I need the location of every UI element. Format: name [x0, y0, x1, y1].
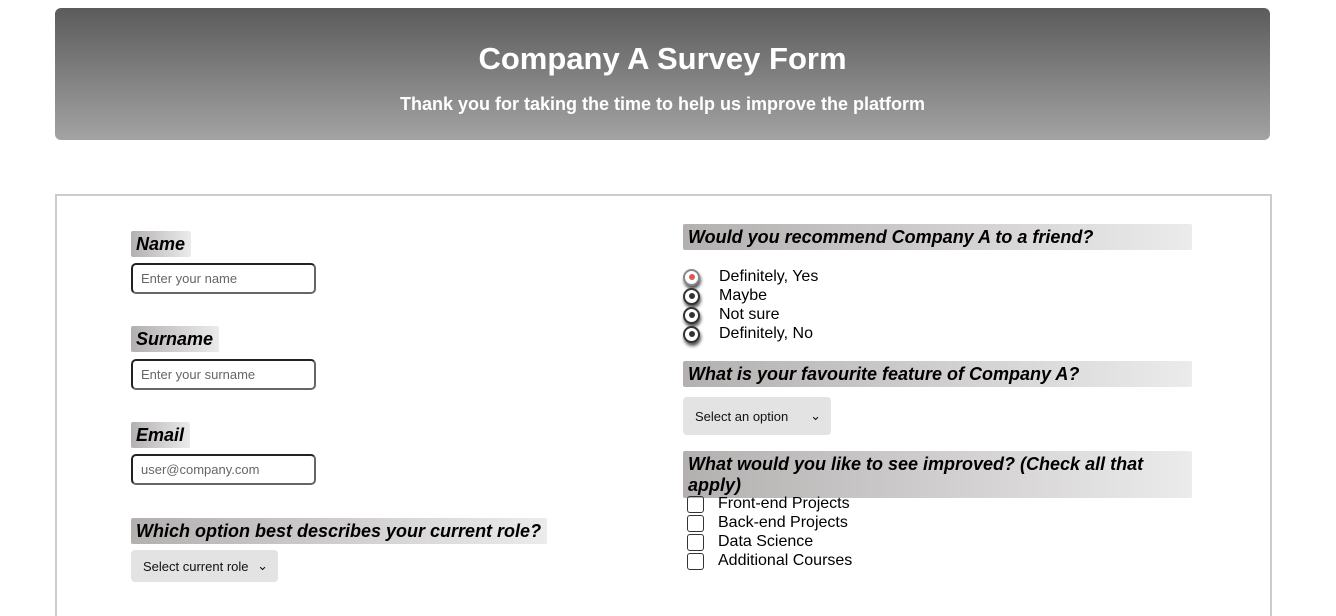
surname-input[interactable]: Enter your surname [131, 359, 316, 390]
radio-label: Maybe [719, 287, 768, 304]
radio-icon[interactable] [683, 325, 700, 343]
page-subtitle: Thank you for taking the time to help us… [399, 94, 926, 114]
checkbox-icon[interactable] [687, 552, 704, 570]
checkbox-option[interactable]: Front-end Projects [687, 495, 850, 513]
page-header: Company A Survey Form Thank you for taki… [55, 8, 1270, 140]
name-input[interactable]: Enter your name [131, 263, 316, 294]
chevron-down-icon: ⌄ [257, 558, 268, 573]
email-label: Email [131, 422, 191, 448]
checkbox-icon[interactable] [687, 533, 704, 551]
chevron-down-icon: ⌄ [810, 408, 821, 423]
radio-icon[interactable] [683, 306, 700, 324]
feature-select-value: Select an option [695, 408, 789, 424]
radio-option[interactable]: Definitely, Yes [683, 268, 818, 286]
name-label: Name [131, 231, 192, 257]
email-input[interactable]: user@company.com [131, 454, 316, 485]
radio-label: Not sure [719, 306, 780, 323]
checkbox-label: Back-end Projects [718, 514, 848, 531]
improve-label: What would you like to see improved? (Ch… [683, 451, 1192, 498]
survey-form: Name Enter your name Surname Enter your … [55, 194, 1272, 616]
surname-label: Surname [131, 326, 220, 352]
recommend-label: Would you recommend Company A to a frien… [683, 224, 1192, 250]
radio-option[interactable]: Not sure [683, 306, 779, 324]
radio-selected-icon[interactable] [683, 268, 700, 286]
checkbox-option[interactable]: Additional Courses [687, 552, 852, 570]
checkbox-option[interactable]: Data Science [687, 533, 813, 551]
checkbox-option[interactable]: Back-end Projects [687, 514, 848, 532]
radio-option[interactable]: Definitely, No [683, 325, 813, 343]
checkbox-label: Additional Courses [718, 552, 853, 569]
page-title: Company A Survey Form [478, 41, 847, 76]
radio-option[interactable]: Maybe [683, 287, 767, 305]
checkbox-icon[interactable] [687, 514, 704, 532]
radio-icon[interactable] [683, 287, 700, 305]
radio-label: Definitely, Yes [719, 268, 819, 285]
feature-select[interactable]: Select an option ⌄ [683, 397, 831, 435]
checkbox-icon[interactable] [687, 495, 704, 513]
feature-label: What is your favourite feature of Compan… [683, 361, 1192, 387]
checkbox-label: Front-end Projects [718, 495, 850, 512]
role-select[interactable]: Select current role ⌄ [131, 550, 278, 582]
radio-label: Definitely, No [719, 325, 813, 342]
checkbox-label: Data Science [718, 533, 814, 550]
role-label: Which option best describes your current… [131, 518, 548, 544]
role-select-value: Select current role [143, 558, 249, 574]
